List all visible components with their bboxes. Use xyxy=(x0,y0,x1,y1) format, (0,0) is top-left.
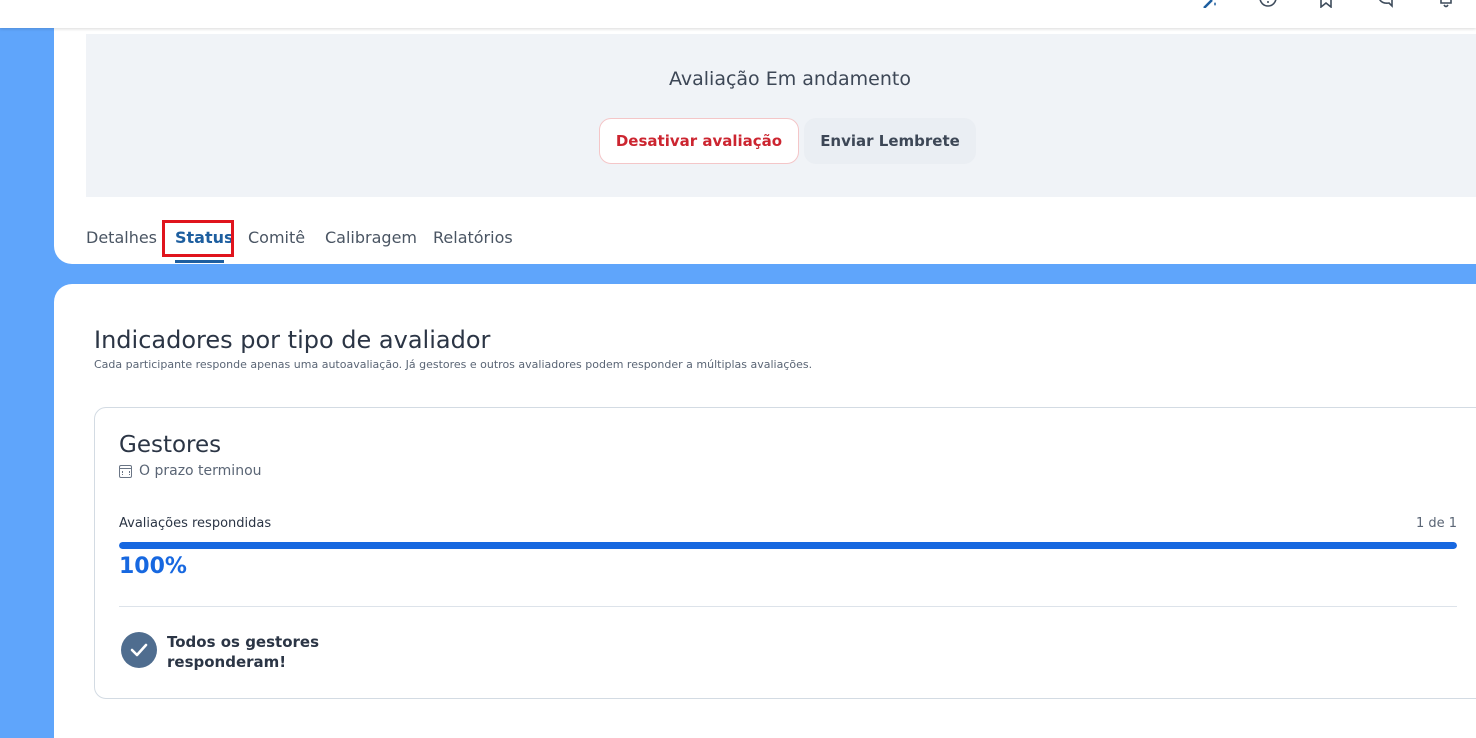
progress-percent: 100% xyxy=(119,554,187,579)
deadline-info: O prazo terminou xyxy=(119,463,262,479)
progress-bar-fill xyxy=(119,542,1457,549)
help-icon[interactable] xyxy=(1258,0,1278,8)
active-tab-indicator xyxy=(175,260,224,263)
section-title: Indicadores por tipo de avaliador xyxy=(94,326,491,354)
bookmark-icon[interactable] xyxy=(1316,0,1336,8)
progress-label: Avaliações respondidas xyxy=(119,516,272,531)
top-bar xyxy=(0,0,1476,28)
tab-committee[interactable]: Comitê xyxy=(248,228,305,247)
progress-bar xyxy=(119,542,1457,549)
section-subtitle: Cada participante responde apenas uma au… xyxy=(94,358,813,371)
send-reminder-button[interactable]: Enviar Lembrete xyxy=(804,118,976,164)
chat-icon[interactable] xyxy=(1376,0,1396,8)
tab-calibration[interactable]: Calibragem xyxy=(325,228,417,247)
highlight-box xyxy=(162,220,234,257)
progress-count: 1 de 1 xyxy=(1415,516,1457,531)
tab-reports[interactable]: Relatórios xyxy=(433,228,513,247)
managers-card-title: Gestores xyxy=(119,432,222,458)
banner-title: Avaliação Em andamento xyxy=(669,68,911,90)
deactivate-evaluation-button[interactable]: Desativar avaliação xyxy=(599,118,799,164)
bell-icon[interactable] xyxy=(1436,0,1456,8)
calendar-icon xyxy=(119,464,132,478)
check-circle-icon xyxy=(121,632,157,668)
divider xyxy=(119,606,1457,607)
magic-wand-icon[interactable] xyxy=(1200,0,1220,8)
completion-message: Todos os gestores responderam! xyxy=(167,633,320,671)
status-banner xyxy=(86,34,1476,197)
tab-details[interactable]: Detalhes xyxy=(86,228,157,247)
deadline-text: O prazo terminou xyxy=(139,463,262,479)
